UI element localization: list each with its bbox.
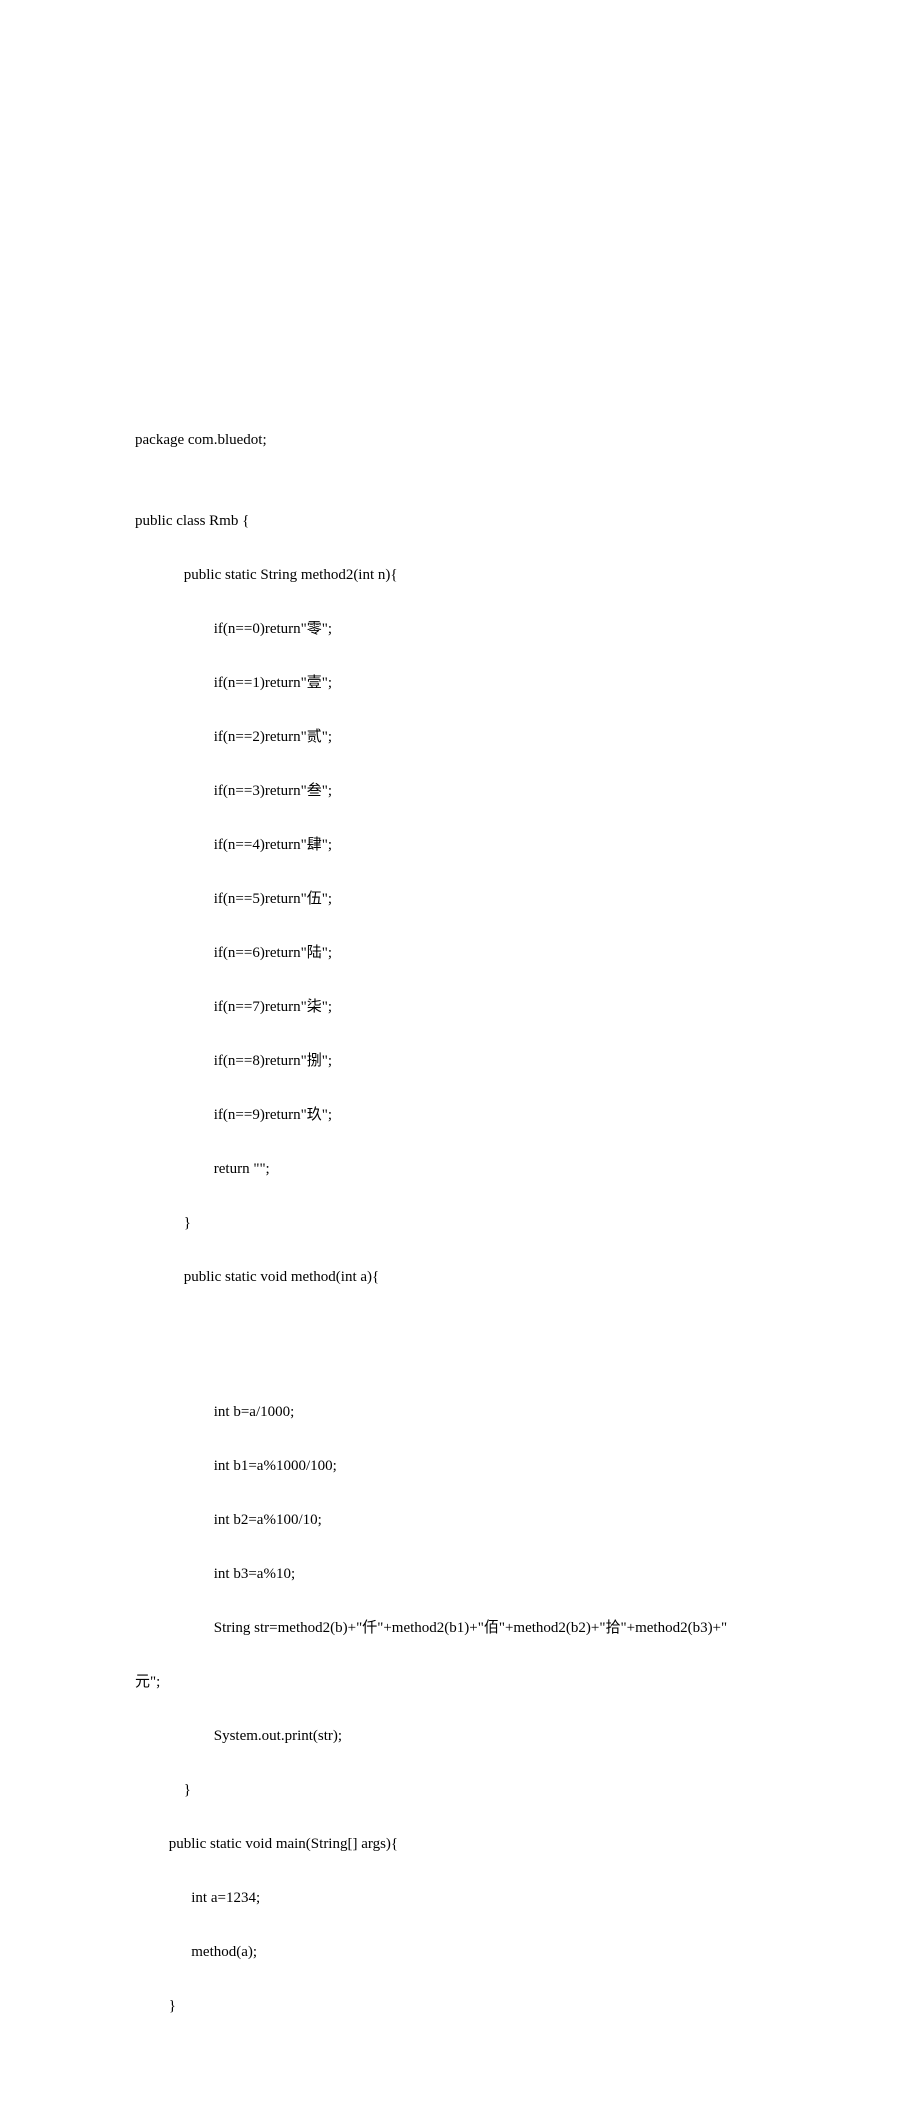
code-line: if(n==2)return"贰";: [135, 724, 785, 751]
code-line: public static void method(int a){: [135, 1264, 785, 1291]
code-line: }: [135, 1210, 785, 1237]
code-line: [135, 1318, 785, 1345]
code-line: if(n==9)return"玖";: [135, 1102, 785, 1129]
code-line: public class Rmb {: [135, 508, 785, 535]
code-line: }: [135, 1993, 785, 2020]
code-line: }: [135, 1777, 785, 1804]
code-line: public static String method2(int n){: [135, 562, 785, 589]
code-line: int b2=a%100/10;: [135, 1507, 785, 1534]
document-page: package com.bluedot; public class Rmb { …: [0, 0, 920, 2107]
code-line: 元";: [135, 1669, 785, 1696]
code-line: public static void main(String[] args){: [135, 1831, 785, 1858]
code-line: method(a);: [135, 1939, 785, 1966]
code-line: if(n==1)return"壹";: [135, 670, 785, 697]
code-line: int a=1234;: [135, 1885, 785, 1912]
code-line: if(n==4)return"肆";: [135, 832, 785, 859]
code-line: return "";: [135, 1156, 785, 1183]
code-line: if(n==3)return"叁";: [135, 778, 785, 805]
code-line: System.out.print(str);: [135, 1723, 785, 1750]
code-line: package com.bluedot;: [135, 427, 785, 454]
code-line: int b3=a%10;: [135, 1561, 785, 1588]
code-line: if(n==6)return"陆";: [135, 940, 785, 967]
code-line: int b=a/1000;: [135, 1399, 785, 1426]
code-line: if(n==5)return"伍";: [135, 886, 785, 913]
code-line: if(n==7)return"柒";: [135, 994, 785, 1021]
code-line: if(n==8)return"捌";: [135, 1048, 785, 1075]
code-line: int b1=a%1000/100;: [135, 1453, 785, 1480]
code-line: if(n==0)return"零";: [135, 616, 785, 643]
code-line: String str=method2(b)+"仟"+method2(b1)+"佰…: [135, 1615, 785, 1642]
